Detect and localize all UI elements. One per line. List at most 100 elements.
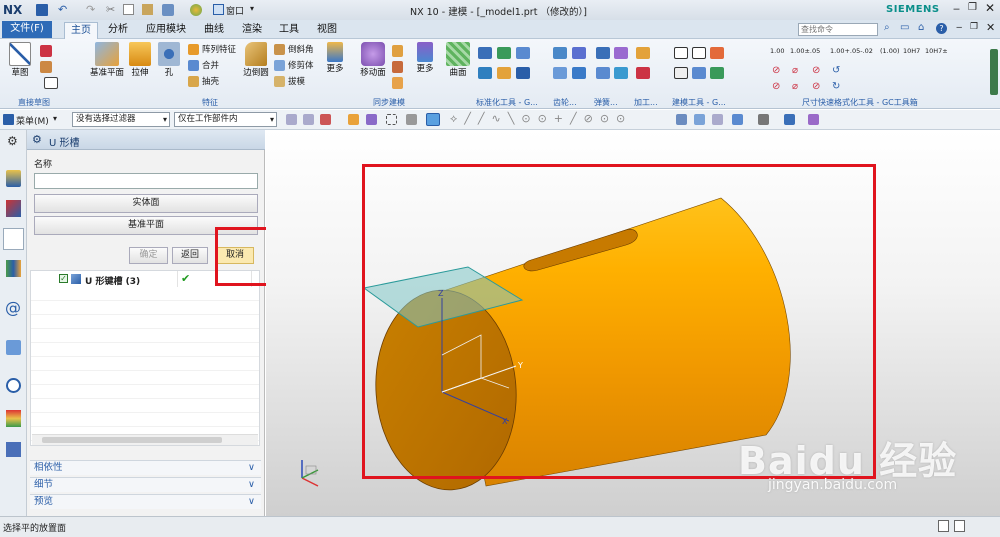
copy-icon[interactable] xyxy=(123,4,134,15)
gc-tool-icon-3[interactable] xyxy=(516,47,530,59)
doc-close-button[interactable]: ✕ xyxy=(986,21,995,34)
more-sync-button[interactable]: 更多 xyxy=(412,42,438,74)
gc-tool-icon-2[interactable] xyxy=(497,47,511,59)
save-icon[interactable] xyxy=(36,4,48,16)
rectangle-select-icon[interactable] xyxy=(386,114,397,125)
selection-filter-select[interactable]: 没有选择过滤器 ▾ xyxy=(72,112,170,127)
window-menu[interactable]: 窗口 xyxy=(226,4,244,17)
dim-symbol-icon-2[interactable]: ⌀ xyxy=(792,65,798,76)
arc-icon[interactable] xyxy=(40,45,52,57)
checkbox-checked-icon[interactable]: ✓ xyxy=(59,274,68,283)
dim-format-3[interactable]: 1.00+.05-.02 xyxy=(830,47,873,55)
tab-application[interactable]: 应用模块 xyxy=(140,22,192,39)
sketch-button[interactable]: 草图 xyxy=(4,42,36,78)
doc-minimize-button[interactable]: ‒ xyxy=(956,22,962,33)
snap-icon-2[interactable] xyxy=(303,114,314,125)
snap-points-icon-group[interactable]: ⟡╱╱∿╲⊙⊙+╱⊘⊙⊙ xyxy=(450,112,632,126)
dim-symbol-icon-3[interactable]: ⊘ xyxy=(812,65,820,76)
redo-icon[interactable]: ↷ xyxy=(86,3,95,16)
spring-tool-icon-1[interactable] xyxy=(596,47,610,59)
dim-symbol-icon-6[interactable]: ⌀ xyxy=(792,81,798,92)
spring-tool-icon-2[interactable] xyxy=(614,47,628,59)
snap-icon-1[interactable] xyxy=(286,114,297,125)
snap-icon-3[interactable] xyxy=(320,114,331,125)
undo-icon[interactable]: ↶ xyxy=(58,3,67,16)
gc-tool-icon-6[interactable] xyxy=(516,67,530,79)
dim-symbol-icon-8[interactable]: ↻ xyxy=(832,81,840,92)
modeling-tool-icon-6[interactable] xyxy=(710,67,724,79)
modeling-tool-icon-5[interactable] xyxy=(692,67,706,79)
doc-restore-button[interactable]: ❐ xyxy=(970,22,978,32)
dim-format-1[interactable]: 1.00 xyxy=(770,47,784,55)
history-icon[interactable] xyxy=(6,340,21,355)
replace-face-icon[interactable] xyxy=(392,77,403,89)
gear-icon[interactable]: ⚙ xyxy=(7,134,18,148)
window-menu-icon[interactable] xyxy=(213,4,224,15)
datum-plane-button[interactable]: 基准平面 xyxy=(87,42,127,78)
gear-tool-icon-2[interactable] xyxy=(572,47,586,59)
gear-tool-icon-4[interactable] xyxy=(572,67,586,79)
extrude-button[interactable]: 拉伸 xyxy=(128,42,152,78)
line-icon[interactable] xyxy=(40,61,52,73)
horizontal-scrollbar[interactable] xyxy=(32,434,258,445)
machining-tool-icon-1[interactable] xyxy=(636,47,650,59)
command-search-input[interactable] xyxy=(798,23,878,36)
home-icon[interactable]: ⌂ xyxy=(918,22,924,33)
show-hide-icon[interactable] xyxy=(808,114,819,125)
gc-tool-icon-4[interactable] xyxy=(478,67,492,79)
close-button[interactable]: ✕ xyxy=(985,1,995,15)
pull-face-icon[interactable] xyxy=(392,45,403,57)
menu-icon[interactable] xyxy=(3,114,14,125)
dim-symbol-icon-4[interactable]: ↺ xyxy=(832,65,840,76)
modeling-tool-icon-4[interactable] xyxy=(674,67,688,79)
preview-section[interactable]: 预览 ∨ xyxy=(30,494,261,509)
unite-button[interactable]: 合并 xyxy=(188,59,219,71)
fit-view-icon[interactable] xyxy=(676,114,687,125)
status-icon-1[interactable] xyxy=(938,520,949,532)
reuse-library-icon[interactable] xyxy=(6,260,21,277)
rectangle-icon[interactable] xyxy=(44,77,58,89)
status-icon-2[interactable] xyxy=(954,520,965,532)
palette-icon[interactable] xyxy=(190,4,202,16)
part-navigator-icon[interactable] xyxy=(3,228,24,250)
edge-blend-button[interactable]: 边倒圆 xyxy=(241,42,271,78)
dependency-section[interactable]: 相依性 ∨ xyxy=(30,460,261,475)
search-icon[interactable]: ⌕ xyxy=(884,22,890,33)
gear-tool-icon-1[interactable] xyxy=(553,47,567,59)
ribbon-options-icon[interactable]: ▭ xyxy=(900,22,909,33)
file-menu-button[interactable]: 文件(F) xyxy=(2,21,52,38)
ribbon-scroll-handle[interactable] xyxy=(990,49,998,95)
web-browser-icon[interactable]: @ xyxy=(5,298,21,317)
selection-scope-select[interactable]: 仅在工作部件内 ▾ xyxy=(174,112,277,127)
tab-curve[interactable]: 曲线 xyxy=(198,22,230,39)
restore-button[interactable]: ❐ xyxy=(968,2,977,13)
cut-icon[interactable]: ✂ xyxy=(106,3,115,16)
gc-tool-icon-1[interactable] xyxy=(478,47,492,59)
zoom-icon[interactable] xyxy=(694,114,705,125)
clock-icon[interactable] xyxy=(6,378,21,393)
system-materials-icon[interactable] xyxy=(6,442,21,457)
offset-region-icon[interactable] xyxy=(392,61,403,73)
tab-home[interactable]: 主页 xyxy=(64,22,98,39)
dim-format-6[interactable]: 10H7± xyxy=(925,47,948,55)
surface-button[interactable]: 曲面 xyxy=(444,42,472,78)
ok-button[interactable]: 确定 xyxy=(129,247,168,264)
snap-icon-6[interactable] xyxy=(406,114,417,125)
menu-button[interactable]: 菜单(M) xyxy=(16,114,49,127)
modeling-tool-icon-1[interactable] xyxy=(674,47,688,59)
constraint-navigator-icon[interactable] xyxy=(6,200,21,217)
minimize-button[interactable]: ‒ xyxy=(953,2,960,15)
gc-tool-icon-5[interactable] xyxy=(497,67,511,79)
more-features-button[interactable]: 更多 xyxy=(322,42,348,74)
name-field[interactable] xyxy=(34,173,258,189)
rotate-icon[interactable] xyxy=(712,114,723,125)
view-cube-icon[interactable] xyxy=(162,4,174,16)
paste-icon[interactable] xyxy=(142,4,153,15)
back-button[interactable]: 返回 xyxy=(172,247,208,264)
orient-view-icon[interactable] xyxy=(732,114,743,125)
roles-icon[interactable] xyxy=(6,410,21,427)
tab-tools[interactable]: 工具 xyxy=(273,22,305,39)
trim-body-button[interactable]: 修剪体 xyxy=(274,59,314,71)
dim-format-4[interactable]: (1.00) xyxy=(880,47,900,55)
graphics-window[interactable]: Z Y X Baidu 经验 jingyan.baidu.com xyxy=(266,130,1000,516)
